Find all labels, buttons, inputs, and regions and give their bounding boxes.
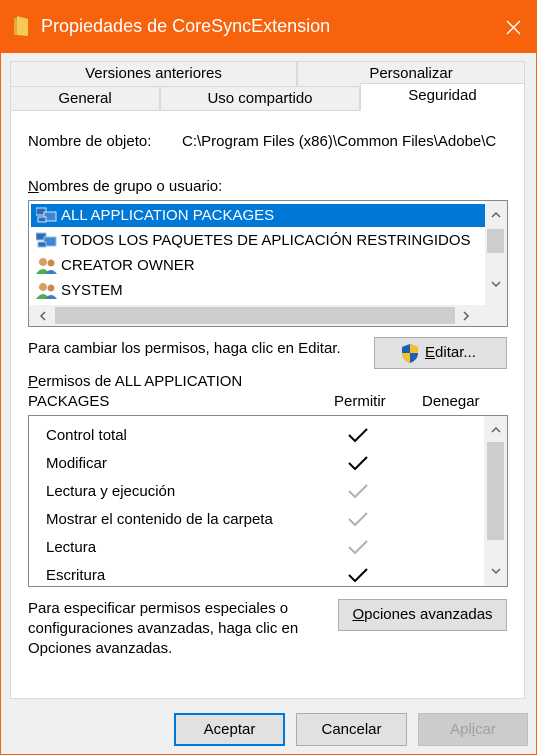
scroll-thumb[interactable] <box>487 442 504 540</box>
groups-horizontal-scrollbar[interactable] <box>29 305 507 326</box>
tab-uso-compartido[interactable]: Uso compartido <box>160 86 360 111</box>
advanced-hint-line3: Opciones avanzadas. <box>28 640 173 657</box>
advanced-options-label: Opciones avanzadas <box>352 606 493 623</box>
list-item-group[interactable]: ALL APPLICATION PACKAGES <box>31 204 485 227</box>
permission-name: Lectura y ejecución <box>46 483 176 500</box>
scroll-down-button[interactable] <box>486 562 506 582</box>
group-name: SYSTEM <box>61 282 123 299</box>
permissions-title: Permisos de ALL APPLICATION <box>28 373 243 390</box>
check-inherited-icon <box>347 511 369 532</box>
group-name: ALL APPLICATION PACKAGES <box>61 207 275 224</box>
permission-row: Lectura y ejecución <box>29 477 484 505</box>
scroll-thumb[interactable] <box>55 307 455 324</box>
title-bar[interactable]: Propiedades de CoreSyncExtension <box>1 1 536 53</box>
window-title: Propiedades de CoreSyncExtension <box>41 16 331 36</box>
users-icon <box>36 282 58 302</box>
column-deny-header: Denegar <box>422 393 480 410</box>
edit-button-label: Editar... <box>425 344 476 361</box>
close-icon <box>506 20 521 35</box>
list-item-group[interactable]: SYSTEM <box>31 279 485 302</box>
group-name: CREATOR OWNER <box>61 257 195 274</box>
apply-button[interactable]: Aplicar <box>418 713 528 746</box>
permissions-title-line2: PACKAGES <box>28 393 110 410</box>
cancel-button[interactable]: Cancelar <box>296 713 407 746</box>
scroll-down-button[interactable] <box>486 275 506 295</box>
scroll-right-button[interactable] <box>457 306 477 326</box>
groups-listbox[interactable]: ALL APPLICATION PACKAGES TODOS LOS PAQUE… <box>28 200 508 327</box>
chevron-up-icon <box>491 426 501 433</box>
permission-row: Escritura <box>29 561 484 586</box>
permissions-vertical-scrollbar[interactable] <box>484 416 507 586</box>
package-group-icon <box>35 232 58 252</box>
chevron-right-icon <box>463 311 470 321</box>
permissions-listbox[interactable]: Control total Modificar Lectura y ejecuc… <box>28 415 508 587</box>
chevron-down-icon <box>491 281 501 288</box>
tab-general[interactable]: General <box>10 86 160 111</box>
permission-name: Control total <box>46 427 127 444</box>
package-group-icon <box>35 207 58 227</box>
permission-row: Mostrar el contenido de la carpeta <box>29 505 484 533</box>
edit-button[interactable]: Editar... <box>374 337 507 369</box>
object-name-value: C:\Program Files (x86)\Common Files\Adob… <box>182 133 497 150</box>
object-name-label: Nombre de objeto: <box>28 133 152 150</box>
check-icon <box>347 455 369 476</box>
scroll-thumb[interactable] <box>487 229 504 253</box>
users-icon <box>36 257 58 277</box>
groups-label: Nombres de grupo o usuario: <box>28 178 223 195</box>
permission-row: Modificar <box>29 449 484 477</box>
shield-icon <box>401 343 419 375</box>
tab-versiones-anteriores[interactable]: Versiones anteriores <box>10 61 297 86</box>
list-item-group[interactable]: TODOS LOS PAQUETES DE APLICACIÓN RESTRIN… <box>31 229 485 252</box>
permission-row: Control total <box>29 421 484 449</box>
permission-name: Modificar <box>46 455 107 472</box>
chevron-left-icon <box>39 311 46 321</box>
scroll-up-button[interactable] <box>486 420 506 440</box>
groups-vertical-scrollbar[interactable] <box>485 201 507 305</box>
permission-name: Mostrar el contenido de la carpeta <box>46 511 273 528</box>
scroll-left-button[interactable] <box>33 306 53 326</box>
advanced-hint-line2: configuraciones avanzadas, haga clic en <box>28 620 299 637</box>
permission-name: Lectura <box>46 539 97 556</box>
properties-window: Propiedades de CoreSyncExtension Version… <box>0 0 537 755</box>
check-inherited-icon <box>347 539 369 560</box>
change-permissions-hint: Para cambiar los permisos, haga clic en … <box>28 340 341 357</box>
chevron-up-icon <box>491 211 501 218</box>
tab-seguridad[interactable]: Seguridad <box>360 83 525 111</box>
folder-icon <box>13 15 29 41</box>
list-item-group[interactable]: CREATOR OWNER <box>31 254 485 277</box>
check-icon <box>347 427 369 448</box>
column-allow-header: Permitir <box>334 393 386 410</box>
check-inherited-icon <box>347 483 369 504</box>
check-icon <box>347 567 369 586</box>
scroll-up-button[interactable] <box>486 205 506 225</box>
group-name: TODOS LOS PAQUETES DE APLICACIÓN RESTRIN… <box>61 232 471 249</box>
advanced-options-button[interactable]: Opciones avanzadas <box>338 599 507 631</box>
chevron-down-icon <box>491 568 501 575</box>
advanced-hint-line1: Para especificar permisos especiales o <box>28 600 289 617</box>
ok-button[interactable]: Aceptar <box>174 713 285 746</box>
permission-name: Escritura <box>46 567 106 584</box>
permission-row: Lectura <box>29 533 484 561</box>
close-button[interactable] <box>490 1 536 53</box>
